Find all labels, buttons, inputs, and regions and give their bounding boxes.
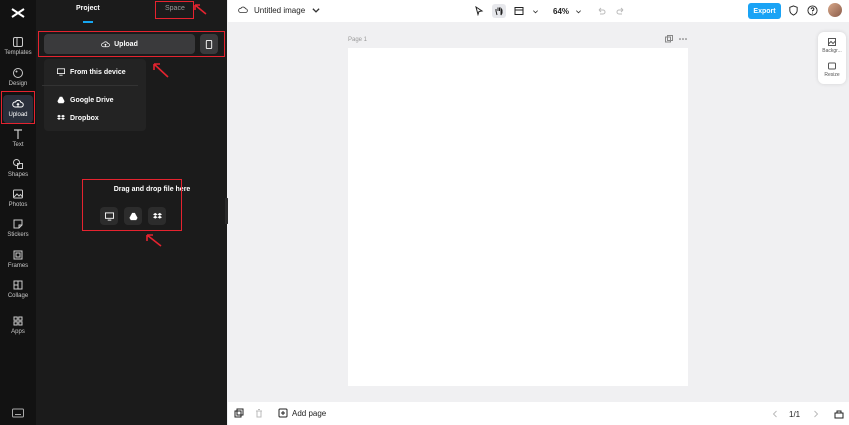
frames-icon — [12, 249, 24, 261]
more-options-icon[interactable] — [679, 35, 687, 43]
layout-icon — [514, 7, 524, 15]
sidebar-item-stickers[interactable]: Stickers — [0, 218, 36, 246]
upload-source-menu: From this device Google Drive Dropbox — [44, 59, 146, 131]
background-tool-label: Backgr... — [822, 48, 842, 54]
canvas-side-tools: Backgr... Resize — [818, 32, 846, 84]
templates-icon — [12, 36, 24, 48]
canvas-area: Page 1 Backgr... Resize — [228, 22, 849, 402]
avatar[interactable] — [828, 3, 842, 17]
chevron-down-icon[interactable] — [311, 5, 321, 15]
sidebar-item-frames[interactable]: Frames — [0, 249, 36, 277]
help-icon[interactable] — [807, 5, 818, 16]
resize-tool-label: Resize — [824, 72, 840, 78]
apps-icon — [12, 315, 24, 327]
annotation-box-upload-button — [38, 31, 225, 57]
background-tool-button[interactable]: Backgr... — [818, 38, 846, 54]
menu-item-dropbox[interactable]: Dropbox — [57, 112, 99, 124]
left-rail: Templates Design Upload Text Shapes Phot… — [0, 0, 36, 425]
annotation-box-drop-zone — [82, 179, 182, 231]
menu-item-label: From this device — [70, 68, 126, 76]
sidebar-item-label: Frames — [7, 263, 29, 269]
google-drive-icon — [57, 96, 65, 104]
dropbox-icon — [57, 114, 65, 120]
sidebar-item-label: Text — [12, 142, 24, 148]
sidebar-item-label: Design — [8, 81, 28, 87]
delete-page-button[interactable] — [254, 408, 264, 418]
photos-icon — [12, 188, 24, 200]
collage-icon — [12, 279, 24, 291]
sidebar-item-label: Collage — [7, 293, 29, 299]
sidebar-item-label: Templates — [4, 50, 32, 56]
cloud-sync-icon[interactable] — [238, 5, 248, 15]
page-label: Page 1 — [348, 37, 368, 43]
annotation-arrow-space — [194, 4, 207, 15]
sidebar-item-label: Stickers — [7, 232, 29, 238]
next-page-icon[interactable] — [812, 410, 820, 418]
undo-icon — [598, 7, 606, 15]
layers-button[interactable] — [234, 408, 244, 418]
canvas-page[interactable] — [348, 48, 688, 386]
sidebar-item-collage[interactable]: Collage — [0, 279, 36, 307]
sidebar-item-text[interactable]: Text — [0, 128, 36, 156]
background-icon — [828, 38, 836, 46]
tab-project[interactable]: Project — [76, 5, 100, 12]
bottom-toolbar: Add page 1/1 — [228, 402, 849, 425]
stickers-icon — [12, 218, 24, 230]
menu-divider — [42, 85, 138, 86]
text-icon — [12, 128, 24, 140]
layers-icon — [234, 408, 244, 418]
keyboard-icon[interactable] — [12, 405, 24, 418]
page-count: 1/1 — [789, 410, 801, 419]
capcut-logo-icon[interactable] — [10, 6, 26, 20]
top-toolbar: Untitled image 64% Export — [228, 0, 849, 22]
export-button[interactable]: Export — [748, 3, 781, 19]
zoom-level[interactable]: 64% — [553, 7, 569, 16]
duplicate-page-icon[interactable] — [665, 35, 673, 43]
hand-icon — [495, 6, 503, 16]
menu-item-google-drive[interactable]: Google Drive — [57, 94, 114, 106]
select-tool-button[interactable] — [472, 4, 486, 18]
add-page-button[interactable]: Add page — [278, 408, 326, 418]
hand-tool-button[interactable] — [492, 4, 506, 18]
undo-button[interactable] — [594, 4, 608, 18]
resize-tool-button[interactable]: Resize — [818, 62, 846, 78]
add-page-icon — [278, 408, 288, 418]
add-page-label: Add page — [292, 408, 327, 418]
pointer-icon — [475, 6, 484, 16]
sidebar-item-shapes[interactable]: Shapes — [0, 158, 36, 186]
page-manager-icon[interactable] — [834, 409, 844, 419]
previous-page-icon[interactable] — [771, 410, 779, 418]
sidebar-item-label: Photos — [8, 202, 28, 208]
annotation-arrow-drop-zone — [146, 234, 162, 247]
chevron-down-icon[interactable] — [532, 8, 539, 15]
sidebar-item-apps[interactable]: Apps — [0, 315, 36, 343]
redo-button[interactable] — [614, 4, 628, 18]
menu-item-label: Dropbox — [70, 114, 99, 122]
shield-icon[interactable] — [788, 5, 799, 16]
shapes-icon — [12, 158, 24, 170]
active-tab-indicator — [83, 21, 93, 23]
design-icon — [12, 67, 24, 79]
monitor-icon — [57, 68, 65, 76]
zoom-chevron-down-icon[interactable] — [575, 8, 582, 15]
annotation-box-space-tab — [155, 1, 194, 19]
sidebar-item-label: Apps — [11, 329, 25, 335]
trash-icon — [256, 409, 262, 418]
sidebar-item-label: Shapes — [7, 172, 29, 178]
sidebar-item-templates[interactable]: Templates — [0, 36, 36, 64]
redo-icon — [616, 7, 624, 15]
menu-item-label: Google Drive — [70, 96, 114, 104]
sidebar-item-photos[interactable]: Photos — [0, 188, 36, 216]
document-title[interactable]: Untitled image — [254, 6, 305, 15]
menu-item-from-device[interactable]: From this device — [57, 66, 126, 78]
annotation-box-upload-rail — [1, 91, 35, 124]
annotation-arrow-upload — [153, 63, 169, 78]
resize-icon — [828, 62, 836, 70]
layout-tool-button[interactable] — [512, 4, 526, 18]
